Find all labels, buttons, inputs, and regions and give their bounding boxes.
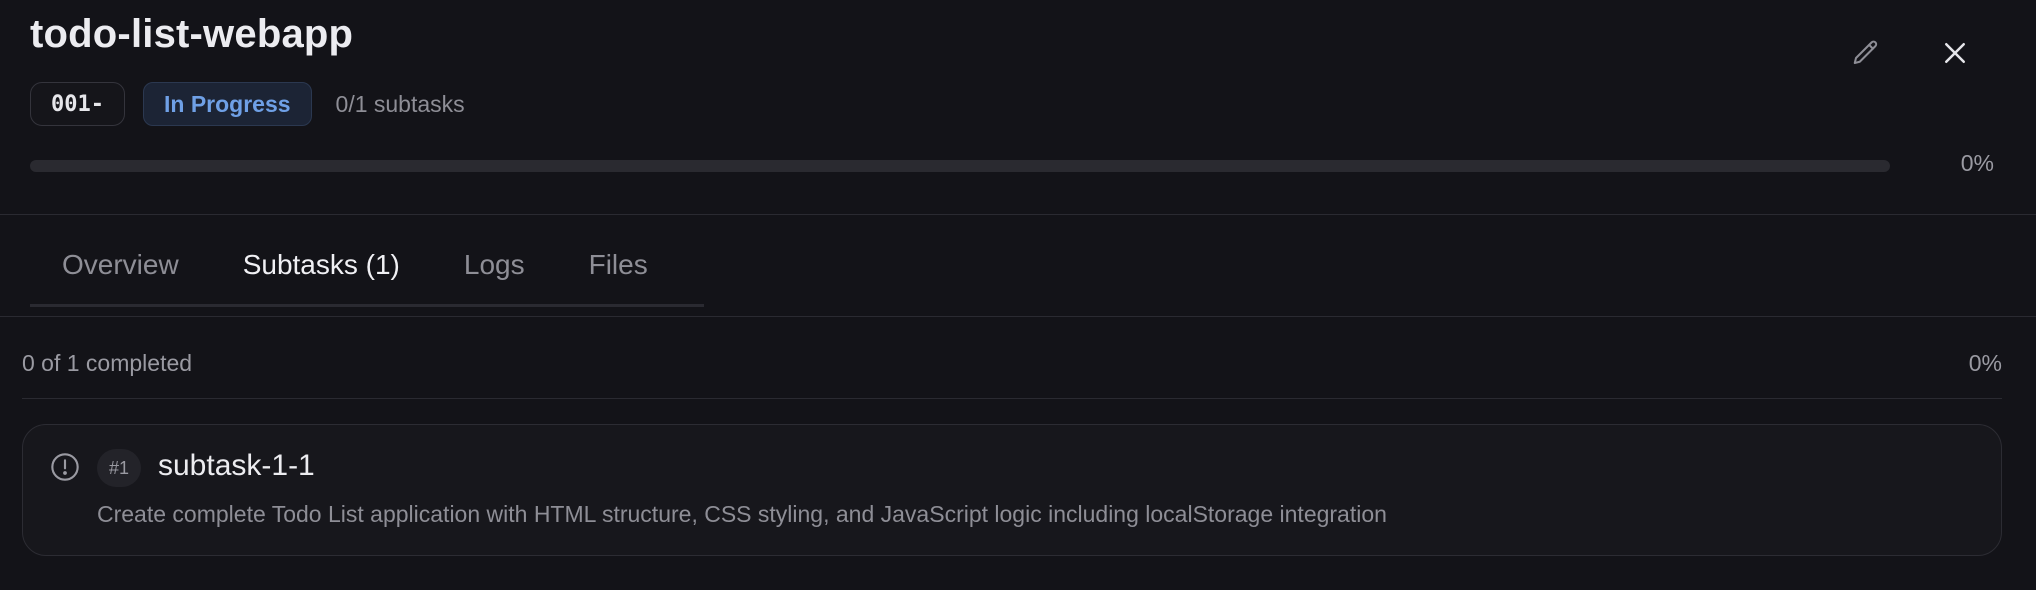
tab-files[interactable]: Files	[557, 225, 680, 304]
tab-bar: Overview Subtasks (1) Logs Files	[30, 225, 704, 307]
pencil-icon	[1853, 40, 1878, 64]
subtasks-summary: 0 of 1 completed	[22, 350, 193, 376]
edit-button[interactable]	[1845, 32, 1887, 74]
close-button[interactable]	[1932, 30, 1978, 76]
subtask-count: 0/1 subtasks	[335, 90, 465, 117]
task-title: todo-list-webapp	[30, 12, 354, 56]
close-icon	[1945, 43, 1965, 63]
tab-subtasks[interactable]: Subtasks (1)	[211, 225, 432, 304]
summary-divider	[22, 398, 2002, 399]
progress-bar	[30, 160, 1890, 172]
task-meta-row: 001- In Progress 0/1 subtasks	[30, 82, 465, 126]
tab-overview[interactable]: Overview	[30, 225, 211, 304]
task-header: todo-list-webapp 001- In Progress 0/1 su…	[0, 0, 2036, 215]
subtasks-summary-percent: 0%	[1968, 350, 2002, 376]
subtask-number-badge: #1	[97, 449, 141, 487]
progress-percent: 0%	[1960, 150, 1994, 176]
subtask-description: Create complete Todo List application wi…	[97, 501, 1387, 527]
status-badge: In Progress	[142, 82, 312, 126]
task-id-badge: 001-	[30, 82, 125, 126]
alert-circle-icon	[51, 453, 79, 481]
tabs-divider	[0, 316, 2036, 317]
task-detail-panel: todo-list-webapp 001- In Progress 0/1 su…	[0, 0, 2036, 590]
tab-logs[interactable]: Logs	[432, 225, 557, 304]
subtask-title: subtask-1-1	[158, 449, 315, 482]
subtask-card[interactable]: #1 subtask-1-1 Create complete Todo List…	[22, 424, 2002, 556]
